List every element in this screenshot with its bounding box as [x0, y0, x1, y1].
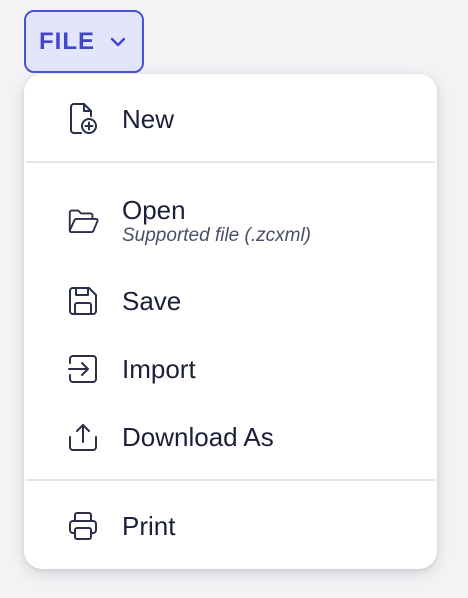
menu-item-label: Save — [122, 286, 182, 316]
chevron-down-icon — [107, 31, 129, 53]
file-menu-button[interactable]: FILE — [24, 10, 144, 73]
file-menu-label: FILE — [39, 27, 95, 55]
menu-item-import[interactable]: Import — [24, 344, 437, 394]
file-plus-icon — [66, 102, 100, 136]
menu-item-open[interactable]: Open Supported file (.zcxml) — [24, 192, 437, 250]
menu-divider — [26, 161, 435, 163]
menu-item-label: New — [122, 104, 175, 134]
menu-item-new[interactable]: New — [24, 94, 437, 144]
folder-open-icon — [66, 204, 100, 238]
import-icon — [66, 352, 100, 386]
menu-item-label: Download As — [122, 422, 274, 452]
menu-item-label: Print — [122, 511, 176, 541]
printer-icon — [66, 509, 100, 543]
file-dropdown-menu: New Open Supported file (.zcxml) Save Im… — [24, 74, 437, 569]
save-icon — [66, 284, 100, 318]
menu-item-label: Open — [122, 195, 186, 225]
menu-item-save[interactable]: Save — [24, 276, 437, 326]
menu-item-label: Import — [122, 354, 196, 384]
menu-item-sublabel: Supported file (.zcxml) — [122, 225, 312, 246]
menu-item-download-as[interactable]: Download As — [24, 412, 437, 462]
upload-icon — [66, 420, 100, 454]
menu-item-print[interactable]: Print — [24, 501, 437, 551]
menu-divider — [26, 479, 435, 481]
